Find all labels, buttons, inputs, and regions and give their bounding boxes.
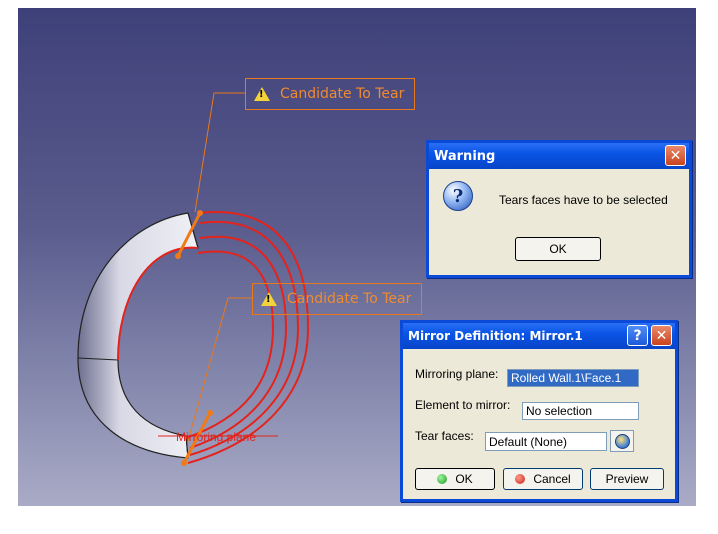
- callout-text-top: Candidate To Tear: [280, 86, 405, 102]
- warning-icon: !: [261, 292, 277, 306]
- close-icon[interactable]: ✕: [651, 325, 672, 346]
- cancel-status-icon: [515, 474, 526, 484]
- mirroring-plane-label: Mirroring plane: [176, 430, 257, 444]
- warning-dialog: Warning ✕ ? Tears faces have to be selec…: [426, 140, 692, 278]
- warning-icon: !: [254, 87, 270, 101]
- mirror-title: Mirror Definition: Mirror.1: [408, 329, 583, 343]
- tear-faces-label: Tear faces:: [415, 429, 474, 443]
- help-icon[interactable]: ?: [627, 325, 648, 346]
- element-to-mirror-label: Element to mirror:: [415, 398, 511, 412]
- mirror-ok-button[interactable]: OK: [415, 468, 495, 490]
- element-to-mirror-field[interactable]: No selection: [522, 402, 639, 420]
- warning-title-bar[interactable]: Warning ✕: [429, 143, 689, 169]
- warning-message: Tears faces have to be selected: [499, 193, 668, 207]
- tear-faces-selector-icon[interactable]: [610, 430, 634, 452]
- question-icon: ?: [443, 181, 473, 211]
- ok-status-icon: [437, 474, 448, 484]
- callout-leader-top: [194, 92, 245, 213]
- mirroring-plane-field-label: Mirroring plane:: [415, 367, 499, 381]
- warning-ok-button[interactable]: OK: [515, 237, 601, 261]
- mirror-ok-label: OK: [455, 472, 473, 486]
- mirror-definition-dialog: Mirror Definition: Mirror.1 ? ✕ Mirrorin…: [400, 320, 678, 502]
- mirror-title-bar[interactable]: Mirror Definition: Mirror.1 ? ✕: [403, 323, 675, 349]
- mirror-cancel-label: Cancel: [533, 472, 571, 486]
- candidate-to-tear-callout-top[interactable]: ! Candidate To Tear: [245, 78, 415, 110]
- candidate-to-tear-callout-bottom[interactable]: ! Candidate To Tear: [252, 283, 422, 315]
- tear-faces-field[interactable]: Default (None): [485, 432, 607, 451]
- mirror-cancel-button[interactable]: Cancel: [503, 468, 583, 490]
- callout-text-bottom: Candidate To Tear: [287, 291, 412, 307]
- mirror-preview-button[interactable]: Preview: [590, 468, 664, 490]
- close-icon[interactable]: ✕: [665, 145, 686, 166]
- warning-title: Warning: [434, 148, 496, 164]
- mirroring-plane-field[interactable]: Rolled Wall.1\Face.1: [507, 369, 639, 387]
